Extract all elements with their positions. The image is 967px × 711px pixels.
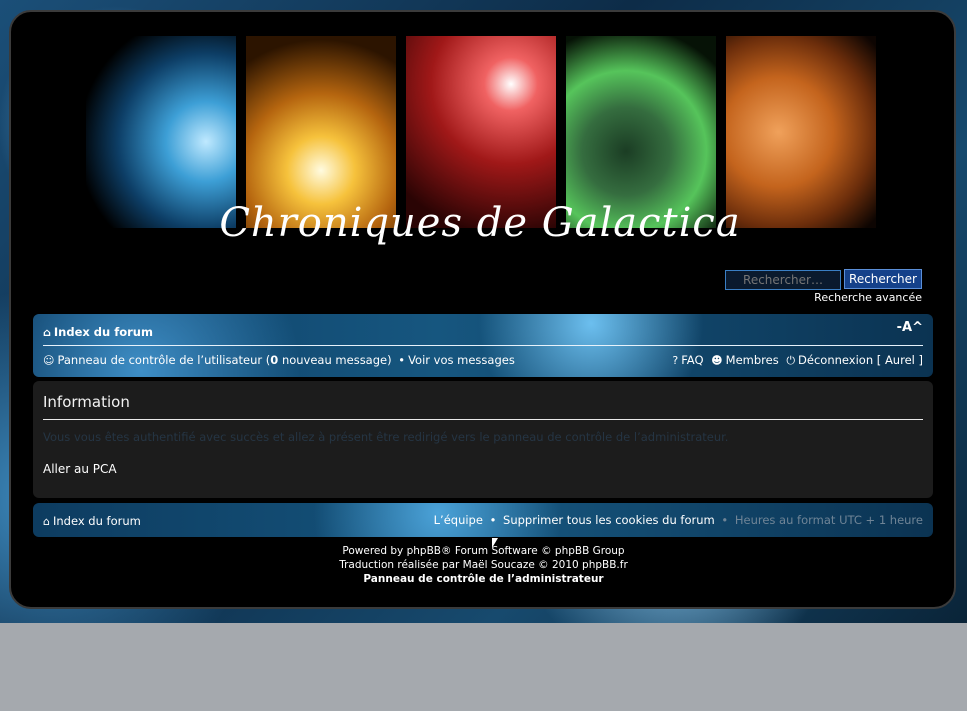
logout-link[interactable]: ⏻ Déconnexion [ Aurel ] (786, 353, 923, 367)
site-title: Chroniques de Galactica (219, 200, 741, 246)
font-resize-control[interactable]: -A^ (897, 320, 923, 335)
team-link[interactable]: L’équipe (434, 513, 483, 527)
separator-dot: • (398, 353, 406, 367)
timezone-text: Heures au format UTC + 1 heure (734, 513, 923, 527)
info-message: Vous vous êtes authentifié avec succès e… (43, 430, 729, 444)
nav-divider (43, 345, 923, 346)
search-box: Rechercher (725, 269, 922, 290)
footer-index-label: Index du forum (52, 514, 141, 528)
powered-by-text: Powered by phpBB® Forum Software © phpBB… (342, 545, 625, 557)
nav-right-links: ? FAQ ☻ Membres ⏻ Déconnexion [ Aurel ] (672, 353, 923, 368)
search-button[interactable]: Rechercher (844, 269, 922, 289)
footer-navbar: ⌂ Index du forum L’équipe • Supprimer tou… (33, 503, 933, 537)
footer-index-link[interactable]: ⌂ Index du forum (43, 514, 141, 528)
delete-cookies-link[interactable]: Supprimer tous les cookies du forum (503, 513, 715, 527)
footer-links: L’équipe • Supprimer tous les cookies du… (434, 513, 923, 527)
members-link[interactable]: ☻ Membres (711, 353, 779, 367)
logout-username: Aurel (884, 353, 915, 367)
translation-credit: Traduction réalisée par Maël Soucaze © 2… (339, 559, 628, 571)
ucp-icon: ☺ (43, 354, 55, 367)
copyright-block: Powered by phpBB® Forum Software © phpBB… (0, 544, 967, 586)
info-divider (43, 419, 923, 420)
logout-label: Déconnexion (798, 353, 874, 367)
separator-dot: • (489, 513, 497, 527)
info-title: Information (43, 393, 130, 411)
info-panel: Information Vous vous êtes authentifié a… (33, 381, 933, 498)
new-messages-count: 0 (270, 353, 279, 367)
faq-icon: ? (672, 354, 679, 367)
advanced-search-link[interactable]: Recherche avancée (814, 291, 922, 304)
acp-link[interactable]: Panneau de contrôle de l’administrateur (363, 573, 603, 585)
members-icon: ☻ (711, 354, 723, 367)
home-icon: ⌂ (43, 515, 50, 528)
nav-index-link[interactable]: ⌂ Index du forum (43, 325, 153, 339)
separator-dot: • (721, 513, 729, 527)
header-banner[interactable]: Chroniques de Galactica (86, 36, 876, 246)
view-messages-link[interactable]: Voir vos messages (408, 353, 515, 367)
new-messages-group[interactable]: (0 nouveau message) (266, 353, 392, 367)
home-icon: ⌂ (43, 326, 51, 339)
faq-label: FAQ (681, 353, 704, 367)
nav-index-label: Index du forum (53, 325, 153, 339)
navbar: ⌂ Index du forum -A^ ☺ Panneau de contrôle… (33, 314, 933, 377)
ucp-link[interactable]: Panneau de contrôle de l’utilisateur (57, 353, 262, 367)
logout-icon: ⏻ (786, 354, 796, 367)
faq-link[interactable]: ? FAQ (672, 353, 703, 367)
members-label: Membres (725, 353, 779, 367)
search-input[interactable] (725, 270, 841, 290)
new-messages-label: nouveau message (281, 353, 388, 367)
mouse-cursor (492, 538, 498, 548)
goto-acp-link[interactable]: Aller au PCA (43, 462, 923, 476)
ucp-line: ☺ Panneau de contrôle de l’utilisateur (0… (43, 353, 515, 367)
